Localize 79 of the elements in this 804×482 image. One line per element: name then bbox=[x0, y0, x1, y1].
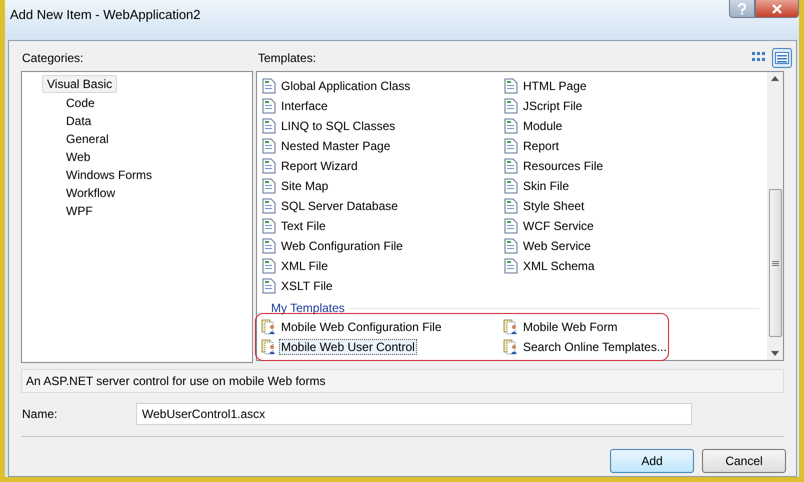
document-icon bbox=[261, 238, 277, 254]
template-item[interactable]: Mobile Web User Control bbox=[279, 339, 417, 355]
name-field[interactable]: WebUserControl1.ascx bbox=[136, 403, 692, 425]
document-icon bbox=[503, 218, 519, 234]
name-label: Name: bbox=[21, 407, 58, 421]
category-item[interactable]: General bbox=[42, 130, 113, 148]
close-button[interactable] bbox=[755, 0, 799, 18]
template-item[interactable]: Resources File bbox=[521, 158, 606, 174]
user-document-icon bbox=[261, 319, 277, 335]
scroll-up-icon[interactable] bbox=[771, 76, 779, 81]
document-icon bbox=[503, 198, 519, 214]
category-item[interactable]: Workflow bbox=[42, 184, 120, 202]
template-item[interactable]: XSLT File bbox=[279, 278, 335, 294]
template-item[interactable]: JScript File bbox=[521, 98, 584, 114]
category-item[interactable]: Windows Forms bbox=[42, 166, 156, 184]
template-item[interactable]: Mobile Web Form bbox=[521, 319, 620, 335]
document-icon bbox=[503, 258, 519, 274]
category-item[interactable]: Web bbox=[42, 148, 94, 166]
template-item[interactable]: Skin File bbox=[521, 178, 572, 194]
document-icon bbox=[261, 258, 277, 274]
user-document-icon bbox=[503, 319, 519, 335]
template-item[interactable]: HTML Page bbox=[521, 78, 589, 94]
template-item[interactable]: Report Wizard bbox=[279, 158, 360, 174]
document-icon bbox=[261, 98, 277, 114]
cancel-button[interactable]: Cancel bbox=[702, 449, 786, 473]
add-button[interactable]: Add bbox=[610, 449, 694, 473]
document-icon bbox=[503, 238, 519, 254]
template-item[interactable]: Global Application Class bbox=[279, 78, 412, 94]
template-item[interactable]: Module bbox=[521, 118, 564, 134]
category-item[interactable]: WPF bbox=[42, 202, 97, 220]
group-heading: My Templates bbox=[271, 301, 345, 315]
document-icon bbox=[261, 78, 277, 94]
window-title: Add New Item - WebApplication2 bbox=[9, 6, 201, 22]
template-item[interactable]: Search Online Templates... bbox=[521, 339, 669, 355]
close-icon bbox=[771, 4, 783, 14]
categories-label: Categories: bbox=[21, 51, 84, 65]
document-icon bbox=[503, 98, 519, 114]
document-icon bbox=[503, 78, 519, 94]
vertical-scrollbar[interactable] bbox=[767, 72, 783, 360]
list-icon bbox=[775, 52, 789, 64]
grid-icon bbox=[752, 52, 766, 64]
category-item[interactable]: Code bbox=[42, 94, 99, 112]
template-item[interactable]: XML File bbox=[279, 258, 330, 274]
template-item[interactable]: Report bbox=[521, 138, 562, 154]
template-item[interactable]: XML Schema bbox=[521, 258, 597, 274]
small-icons-view-button[interactable] bbox=[772, 48, 792, 68]
category-item[interactable]: Visual Basic bbox=[42, 75, 118, 93]
template-item[interactable]: LINQ to SQL Classes bbox=[279, 118, 398, 134]
help-button[interactable] bbox=[729, 0, 755, 18]
template-item[interactable]: Web Service bbox=[521, 238, 593, 254]
templates-label: Templates: bbox=[258, 51, 318, 65]
document-icon bbox=[503, 178, 519, 194]
user-document-icon bbox=[261, 339, 277, 355]
template-item[interactable]: Interface bbox=[279, 98, 330, 114]
template-item[interactable]: Text File bbox=[279, 218, 328, 234]
template-item[interactable]: Web Configuration File bbox=[279, 238, 405, 254]
document-icon bbox=[503, 158, 519, 174]
template-item[interactable]: Nested Master Page bbox=[279, 138, 392, 154]
scrollbar-thumb[interactable] bbox=[768, 189, 782, 337]
scroll-down-icon[interactable] bbox=[771, 351, 779, 356]
help-icon bbox=[737, 2, 747, 14]
user-document-icon bbox=[503, 339, 519, 355]
document-icon bbox=[503, 138, 519, 154]
document-icon bbox=[261, 118, 277, 134]
template-item[interactable]: WCF Service bbox=[521, 218, 596, 234]
document-icon bbox=[261, 278, 277, 294]
description-bar: An ASP.NET server control for use on mobile Web forms bbox=[21, 369, 784, 393]
document-icon bbox=[503, 118, 519, 134]
template-item[interactable]: Mobile Web Configuration File bbox=[279, 319, 444, 335]
category-item[interactable]: Data bbox=[42, 112, 96, 130]
document-icon bbox=[261, 198, 277, 214]
template-item[interactable]: Site Map bbox=[279, 178, 330, 194]
document-icon bbox=[261, 158, 277, 174]
template-item[interactable]: SQL Server Database bbox=[279, 198, 400, 214]
document-icon bbox=[261, 178, 277, 194]
template-item[interactable]: Style Sheet bbox=[521, 198, 586, 214]
grip-icon bbox=[772, 260, 778, 266]
document-icon bbox=[261, 138, 277, 154]
document-icon bbox=[261, 218, 277, 234]
